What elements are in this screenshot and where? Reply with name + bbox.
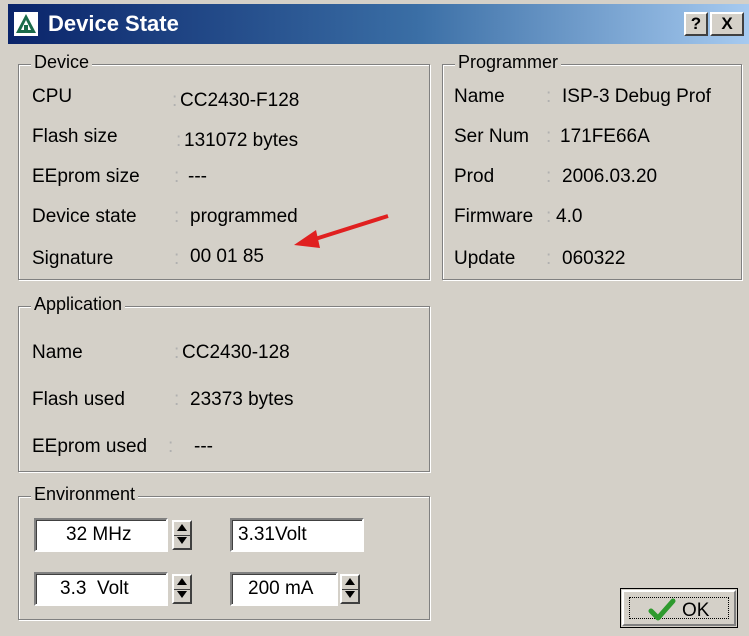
update-value: 060322 — [562, 248, 626, 269]
flash-used-label: Flash used — [32, 389, 125, 410]
target-voltage-spinner[interactable] — [172, 574, 192, 604]
separator: : — [176, 130, 182, 151]
flash-used-value: 23373 bytes — [190, 389, 294, 410]
arrow-down-icon — [345, 591, 355, 598]
separator: : — [174, 342, 180, 363]
update-label: Update — [454, 248, 516, 269]
app-name-value: CC2430-128 — [182, 342, 290, 363]
spin-down-button[interactable] — [174, 535, 190, 548]
separator: : — [174, 389, 180, 410]
serial-number-label: Ser Num — [454, 126, 529, 147]
arrow-up-icon — [177, 578, 187, 585]
device-state-value: programmed — [190, 206, 298, 227]
separator: : — [172, 90, 178, 111]
separator: : — [546, 206, 552, 227]
arrow-down-icon — [177, 537, 187, 544]
programmer-legend: Programmer — [455, 52, 562, 73]
current-limit-field[interactable]: 200 mA — [230, 572, 338, 606]
arrow-down-icon — [177, 591, 187, 598]
spin-up-button[interactable] — [174, 522, 190, 536]
flash-size-label: Flash size — [32, 126, 118, 147]
environment-legend: Environment — [31, 484, 139, 505]
app-name-label: Name — [32, 342, 83, 363]
eeprom-used-label: EEprom used — [32, 436, 148, 457]
programmer-name-label: Name — [454, 86, 505, 107]
separator: : — [546, 86, 552, 107]
spin-down-button[interactable] — [174, 589, 190, 602]
close-button[interactable]: X — [710, 12, 744, 36]
clock-frequency-field[interactable]: 32 MHz — [34, 518, 168, 552]
prod-value: 2006.03.20 — [562, 166, 658, 187]
ok-label: OK — [682, 600, 710, 621]
firmware-value: 4.0 — [556, 206, 583, 227]
arrow-up-icon — [345, 578, 355, 585]
device-state-label: Device state — [32, 206, 137, 227]
firmware-label: Firmware — [454, 206, 534, 227]
measured-voltage-field: 3.31Volt — [230, 518, 364, 552]
title-bar: Device State ? X — [8, 4, 749, 44]
separator: : — [174, 166, 180, 187]
device-legend: Device — [31, 52, 93, 73]
separator: : — [168, 436, 174, 457]
device-state-dialog: Device State ? X Device CPU : CC2430-F12… — [0, 0, 749, 636]
spin-down-button[interactable] — [342, 589, 358, 602]
prod-label: Prod — [454, 166, 495, 187]
programmer-name-value: ISP-3 Debug Prof — [562, 86, 711, 107]
signature-label: Signature — [32, 248, 114, 269]
ok-button[interactable]: OK — [620, 588, 738, 628]
serial-number-value: 171FE66A — [560, 126, 650, 147]
eeprom-used-value: --- — [194, 436, 213, 457]
application-legend: Application — [31, 294, 126, 315]
help-button[interactable]: ? — [684, 12, 708, 36]
signature-value: 00 01 85 — [190, 246, 264, 267]
separator: : — [174, 248, 180, 269]
window-title: Device State — [48, 11, 179, 36]
eeprom-size-value: --- — [188, 166, 207, 187]
target-voltage-field[interactable]: 3.3 Volt — [34, 572, 168, 606]
current-limit-spinner[interactable] — [340, 574, 360, 604]
annotation-arrow — [294, 214, 389, 248]
spin-up-button[interactable] — [174, 576, 190, 590]
separator: : — [174, 206, 180, 227]
flash-size-value: 131072 bytes — [184, 130, 299, 151]
separator: : — [546, 166, 552, 187]
app-icon — [14, 12, 38, 36]
eeprom-size-label: EEprom size — [32, 166, 140, 187]
separator: : — [546, 248, 552, 269]
separator: : — [546, 126, 552, 147]
cpu-value: CC2430-F128 — [180, 90, 300, 111]
focus-rectangle — [629, 597, 729, 619]
cpu-label: CPU — [32, 86, 73, 107]
clock-frequency-spinner[interactable] — [172, 520, 192, 550]
spin-up-button[interactable] — [342, 576, 358, 590]
arrow-up-icon — [177, 524, 187, 531]
checkmark-icon — [648, 598, 676, 621]
